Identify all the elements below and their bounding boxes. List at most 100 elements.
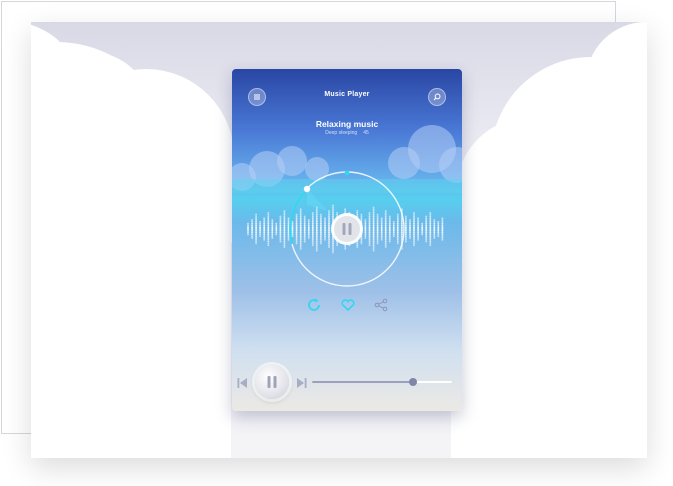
eq-dot	[413, 222, 415, 225]
eq-dot	[376, 224, 379, 227]
eq-dot	[267, 233, 270, 236]
eq-dot	[384, 233, 387, 236]
eq-dot	[279, 222, 282, 225]
eq-dot	[372, 229, 375, 232]
eq-dot	[315, 242, 318, 245]
eq-dot	[396, 238, 399, 241]
eq-dot	[303, 226, 306, 229]
eq-dot	[303, 238, 306, 241]
eq-dot	[283, 215, 286, 218]
eq-dot	[279, 233, 282, 236]
eq-dot	[279, 231, 282, 234]
eq-dot	[417, 217, 420, 220]
eq-dot	[425, 237, 428, 239]
eq-dot	[287, 219, 290, 221]
eq-dot	[332, 238, 334, 241]
skip-next-icon[interactable]	[296, 377, 308, 389]
eq-dot	[392, 229, 395, 232]
eq-dot	[299, 220, 302, 223]
eq-dot	[396, 231, 399, 234]
eq-dot	[380, 219, 383, 221]
eq-dot	[409, 220, 411, 223]
eq-dot	[279, 217, 282, 220]
eq-dot	[328, 224, 330, 227]
eq-dot	[283, 237, 286, 239]
eq-dot	[315, 237, 318, 239]
eq-dot	[307, 237, 310, 239]
eq-dot	[368, 233, 371, 236]
play-pause-button[interactable]	[255, 365, 289, 399]
eq-dot	[332, 210, 334, 212]
ring-handle[interactable]	[303, 185, 311, 193]
eq-dot	[429, 213, 432, 216]
eq-dot	[303, 231, 306, 234]
eq-dot	[376, 228, 379, 230]
progress-slider[interactable]	[312, 378, 452, 386]
progress-knob[interactable]	[408, 378, 417, 386]
eq-dot	[315, 238, 318, 241]
eq-dot	[360, 240, 363, 243]
share-icon[interactable]	[373, 297, 389, 313]
eq-dot	[267, 229, 270, 232]
eq-dot	[299, 219, 302, 221]
pause-icon	[267, 376, 277, 388]
eq-dot	[291, 228, 294, 230]
eq-dot	[425, 219, 428, 221]
eq-dot	[303, 222, 306, 225]
eq-dot	[404, 240, 407, 243]
eq-dot	[255, 228, 258, 230]
eq-dot	[283, 222, 286, 225]
eq-dot	[429, 233, 432, 236]
eq-dot	[283, 226, 286, 229]
eq-dot	[311, 211, 314, 214]
eq-dot	[267, 238, 270, 241]
eq-dot	[267, 211, 270, 214]
eq-dot	[267, 213, 270, 216]
eq-dot	[315, 211, 318, 214]
eq-dot	[372, 217, 375, 220]
eq-dot	[413, 228, 415, 230]
eq-dot	[299, 240, 302, 243]
eq-dot	[368, 238, 371, 241]
search-button[interactable]	[428, 88, 446, 106]
eq-dot	[441, 235, 444, 238]
eq-dot	[421, 231, 424, 234]
eq-dot	[384, 224, 387, 227]
eq-dot	[404, 226, 407, 229]
eq-dot	[267, 222, 270, 225]
eq-dot	[299, 237, 302, 239]
eq-dot	[384, 235, 387, 238]
eq-dot	[291, 233, 294, 236]
repeat-icon[interactable]	[306, 297, 322, 313]
heart-icon[interactable]	[340, 297, 356, 313]
center-pause-button[interactable]	[331, 213, 363, 245]
eq-dot	[404, 235, 407, 238]
eq-dot	[251, 228, 254, 230]
eq-dot	[336, 213, 339, 216]
music-player-app: Music Player Relaxing music Deep sleepin…	[232, 69, 462, 411]
eq-dot	[372, 211, 375, 214]
eq-dot	[437, 220, 440, 223]
eq-dot	[380, 229, 383, 232]
eq-dot	[384, 226, 387, 229]
eq-dot	[295, 237, 298, 239]
eq-dot	[283, 244, 286, 247]
eq-dot	[388, 226, 391, 229]
eq-dot	[319, 217, 322, 220]
eq-dot	[251, 224, 254, 227]
eq-dot	[259, 231, 262, 234]
eq-dot	[384, 246, 387, 248]
eq-dot	[404, 220, 407, 223]
eq-dot	[376, 233, 379, 236]
eq-dot	[299, 238, 302, 241]
eq-dot	[283, 240, 286, 243]
eq-dot	[324, 229, 326, 232]
eq-dot	[404, 233, 407, 236]
eq-dot	[267, 244, 270, 247]
eq-dot	[307, 226, 310, 229]
eq-dot	[356, 244, 359, 247]
skip-previous-icon[interactable]	[236, 377, 248, 389]
eq-dot	[328, 228, 330, 230]
eq-dot	[328, 220, 330, 223]
eq-dot	[376, 222, 379, 225]
